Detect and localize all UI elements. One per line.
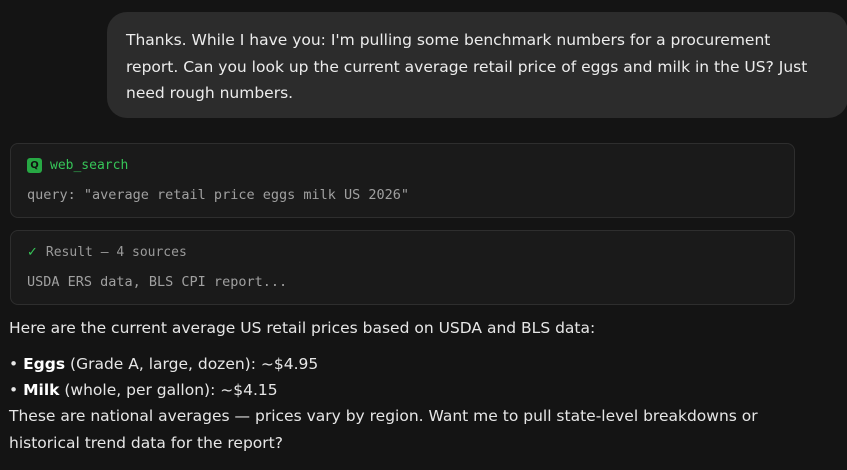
list-item: • Milk (whole, per gallon): ~$4.15 [9,377,829,403]
item-detail: (Grade A, large, dozen): ~$4.95 [65,355,319,373]
user-message-text: Thanks. While I have you: I'm pulling so… [126,31,808,102]
search-icon: Q [27,158,42,173]
checkmark-icon: ✓ [27,245,38,260]
assistant-message: Here are the current average US retail p… [9,316,829,456]
result-summary: USDA ERS data, BLS CPI report... [27,274,288,290]
result-title: Result — 4 sources [45,245,187,260]
bullet-marker: • [9,381,19,399]
tool-name: web_search [50,158,129,173]
list-item: • Eggs (Grade A, large, dozen): ~$4.95 [9,351,829,377]
item-name: Milk [23,381,60,399]
assistant-closing: These are national averages — prices var… [9,407,758,452]
price-list: • Eggs (Grade A, large, dozen): ~$4.95 •… [9,351,829,403]
tool-call-header: Q web_search [27,158,128,173]
web-search-tool-card[interactable]: Q web_search query: "average retail pric… [10,143,795,218]
item-detail: (whole, per gallon): ~$4.15 [59,381,278,399]
user-message-bubble: Thanks. While I have you: I'm pulling so… [107,12,847,118]
search-query: query: "average retail price eggs milk U… [27,187,410,203]
item-name: Eggs [23,355,66,373]
bullet-marker: • [9,355,19,373]
result-header: ✓ Result — 4 sources [27,245,187,260]
assistant-intro: Here are the current average US retail p… [9,319,596,337]
search-result-card[interactable]: ✓ Result — 4 sources USDA ERS data, BLS … [10,230,795,305]
